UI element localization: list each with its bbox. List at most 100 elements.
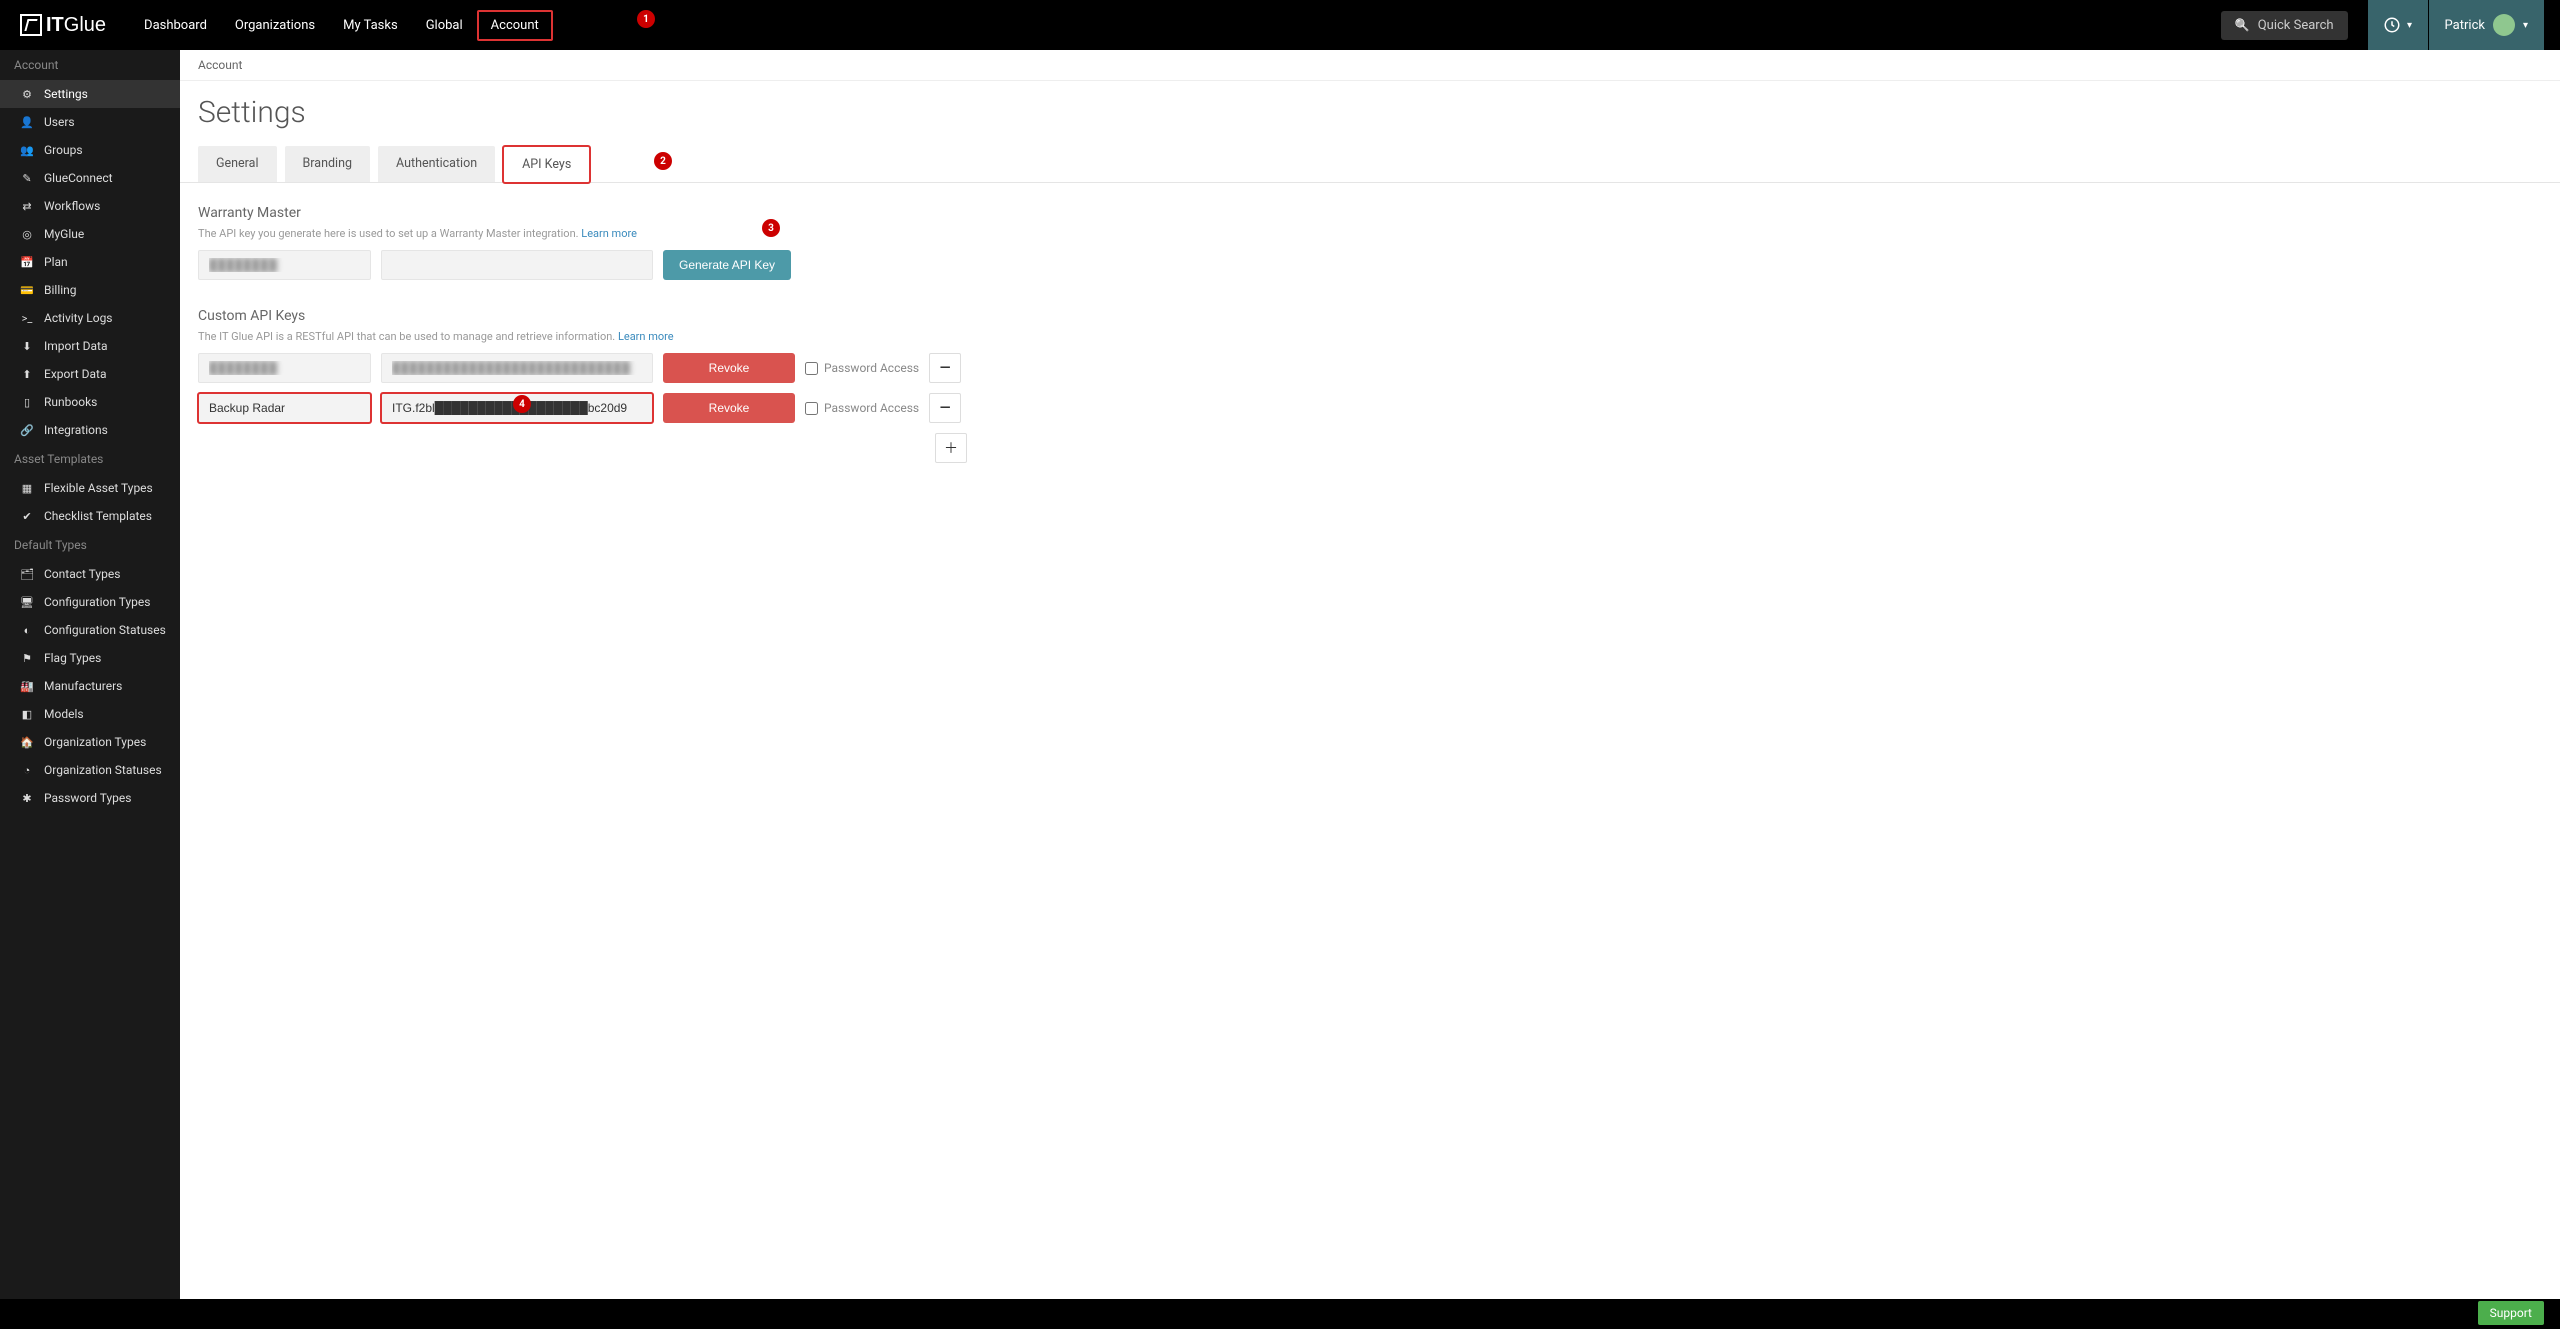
warranty-master-section: 3 Warranty Master The API key you genera… bbox=[198, 205, 1362, 280]
sidebar-item-manufacturers[interactable]: 🏭Manufacturers bbox=[0, 672, 180, 700]
warranty-master-name-input[interactable] bbox=[198, 250, 371, 280]
sidebar-item-settings[interactable]: ⚙ Settings bbox=[0, 80, 180, 108]
generate-api-key-button[interactable]: Generate API Key bbox=[663, 250, 791, 280]
nav-dashboard[interactable]: Dashboard bbox=[130, 10, 221, 41]
add-api-key-button[interactable]: ＋ bbox=[935, 433, 967, 463]
user-icon: 👤 bbox=[20, 116, 34, 129]
api-key-name-input[interactable] bbox=[198, 353, 371, 383]
cube-icon: ◧ bbox=[20, 708, 34, 721]
chevron-down-icon: ▾ bbox=[2407, 20, 2412, 31]
tab-authentication[interactable]: Authentication bbox=[378, 146, 495, 182]
quick-search-button[interactable]: Quick Search bbox=[2221, 11, 2348, 40]
sidebar-item-glueconnect[interactable]: ✎ GlueConnect bbox=[0, 164, 180, 192]
warranty-master-key-input[interactable] bbox=[381, 250, 653, 280]
sidebar-item-flexible-asset-types[interactable]: ▦Flexible Asset Types bbox=[0, 474, 180, 502]
sidebar-item-label: Flexible Asset Types bbox=[44, 481, 153, 495]
api-key-row: Revoke Password Access — bbox=[198, 393, 1362, 423]
sidebar: Account⚙Settings👤Users👥Groups✎GlueConnec… bbox=[0, 50, 180, 1299]
sidebar-item-password-types[interactable]: ✱ Password Types bbox=[0, 784, 180, 812]
calendar-icon: 📅 bbox=[20, 256, 34, 269]
warranty-master-learn-more-link[interactable]: Learn more bbox=[581, 227, 637, 240]
idcard-icon: 🗂 bbox=[20, 568, 34, 581]
brand-logo[interactable]: ITGlue bbox=[20, 14, 106, 37]
desktop-icon: 🖥 bbox=[20, 596, 34, 609]
globe-icon: ◎ bbox=[20, 228, 34, 241]
revoke-button[interactable]: Revoke bbox=[663, 393, 795, 423]
custom-api-keys-title: Custom API Keys bbox=[198, 308, 1362, 324]
sidebar-item-checklist-templates[interactable]: ✔Checklist Templates bbox=[0, 502, 180, 530]
sidebar-item-configuration-statuses[interactable]: ◐Configuration Statuses bbox=[0, 616, 180, 644]
sidebar-item-myglue[interactable]: ◎MyGlue bbox=[0, 220, 180, 248]
sidebar-item-label: Activity Logs bbox=[44, 311, 113, 325]
password-access-checkbox[interactable] bbox=[805, 402, 818, 415]
top-nav-links: DashboardOrganizationsMy TasksGlobalAcco… bbox=[130, 10, 553, 41]
sidebar-item-export-data[interactable]: ⬆Export Data bbox=[0, 360, 180, 388]
plug-icon: ✎ bbox=[20, 172, 34, 185]
custom-api-learn-more-link[interactable]: Learn more bbox=[618, 330, 674, 343]
cog-icon: ⚙ bbox=[20, 88, 34, 101]
sidebar-item-label: Billing bbox=[44, 283, 77, 297]
key-icon: ✱ bbox=[20, 792, 34, 805]
sidebar-item-label: Password Types bbox=[44, 791, 131, 805]
sidebar-group-title: Default Types bbox=[0, 530, 180, 560]
tab-general[interactable]: General bbox=[198, 146, 277, 182]
password-access-toggle[interactable]: Password Access bbox=[805, 401, 919, 415]
sidebar-item-label: Configuration Statuses bbox=[44, 623, 166, 637]
tab-branding[interactable]: Branding bbox=[285, 146, 371, 182]
support-button[interactable]: Support bbox=[2478, 1301, 2544, 1325]
sidebar-item-organization-statuses[interactable]: ◔Organization Statuses bbox=[0, 756, 180, 784]
sidebar-item-import-data[interactable]: ⬇Import Data bbox=[0, 332, 180, 360]
annotation-badge-4: 4 bbox=[513, 395, 531, 413]
sidebar-group-title: Asset Templates bbox=[0, 444, 180, 474]
flag-icon: ⚑ bbox=[20, 652, 34, 665]
password-access-toggle[interactable]: Password Access bbox=[805, 361, 919, 375]
sidebar-item-groups[interactable]: 👥 Groups bbox=[0, 136, 180, 164]
sidebar-item-configuration-types[interactable]: 🖥 Configuration Types bbox=[0, 588, 180, 616]
sidebar-item-label: Plan bbox=[44, 255, 68, 269]
sidebar-item-activity-logs[interactable]: >_ Activity Logs bbox=[0, 304, 180, 332]
recent-items-button[interactable]: ▾ bbox=[2368, 0, 2428, 50]
user-name-label: Patrick bbox=[2445, 18, 2485, 33]
card-icon: 💳 bbox=[20, 284, 34, 297]
users-icon: 👥 bbox=[20, 144, 34, 157]
sidebar-item-label: Settings bbox=[44, 87, 88, 101]
sidebar-item-plan[interactable]: 📅 Plan bbox=[0, 248, 180, 276]
logo-mark-icon bbox=[20, 14, 42, 36]
settings-tabs: GeneralBrandingAuthenticationAPI Keys2 bbox=[180, 146, 2560, 183]
api-key-name-input[interactable] bbox=[198, 393, 371, 423]
warranty-master-title: Warranty Master bbox=[198, 205, 1362, 221]
sidebar-item-label: Workflows bbox=[44, 199, 100, 213]
api-key-row: Revoke Password Access — bbox=[198, 353, 1362, 383]
nav-my-tasks[interactable]: My Tasks bbox=[329, 10, 412, 41]
sidebar-item-label: Configuration Types bbox=[44, 595, 150, 609]
terminal-icon: >_ bbox=[20, 312, 34, 325]
breadcrumb[interactable]: Account bbox=[180, 50, 2560, 81]
tab-api-keys[interactable]: API Keys bbox=[503, 146, 590, 183]
api-key-value-input[interactable] bbox=[381, 353, 653, 383]
file-icon: ▯ bbox=[20, 396, 34, 409]
nav-global[interactable]: Global bbox=[412, 10, 477, 41]
sidebar-item-users[interactable]: 👤Users bbox=[0, 108, 180, 136]
user-menu-button[interactable]: Patrick ▾ bbox=[2429, 0, 2544, 50]
sidebar-item-label: Groups bbox=[44, 143, 83, 157]
sidebar-item-workflows[interactable]: ⇄ Workflows bbox=[0, 192, 180, 220]
sidebar-item-runbooks[interactable]: ▯Runbooks bbox=[0, 388, 180, 416]
remove-api-key-button[interactable]: — bbox=[929, 393, 961, 423]
sidebar-item-billing[interactable]: 💳 Billing bbox=[0, 276, 180, 304]
sidebar-item-organization-types[interactable]: 🏠Organization Types bbox=[0, 728, 180, 756]
random-icon: ⇄ bbox=[20, 200, 34, 213]
sidebar-item-flag-types[interactable]: ⚑Flag Types bbox=[0, 644, 180, 672]
nav-account[interactable]: Account bbox=[477, 10, 553, 41]
password-access-checkbox[interactable] bbox=[805, 362, 818, 375]
plus-icon: ＋ bbox=[944, 438, 958, 458]
custom-api-keys-desc: The IT Glue API is a RESTful API that ca… bbox=[198, 330, 1362, 343]
sidebar-item-label: GlueConnect bbox=[44, 171, 113, 185]
nav-organizations[interactable]: Organizations bbox=[221, 10, 329, 41]
sidebar-item-contact-types[interactable]: 🗂Contact Types bbox=[0, 560, 180, 588]
sidebar-item-label: Import Data bbox=[44, 339, 108, 353]
remove-api-key-button[interactable]: — bbox=[929, 353, 961, 383]
check-icon: ✔ bbox=[20, 510, 34, 523]
revoke-button[interactable]: Revoke bbox=[663, 353, 795, 383]
sidebar-item-integrations[interactable]: 🔗Integrations bbox=[0, 416, 180, 444]
sidebar-item-models[interactable]: ◧Models bbox=[0, 700, 180, 728]
